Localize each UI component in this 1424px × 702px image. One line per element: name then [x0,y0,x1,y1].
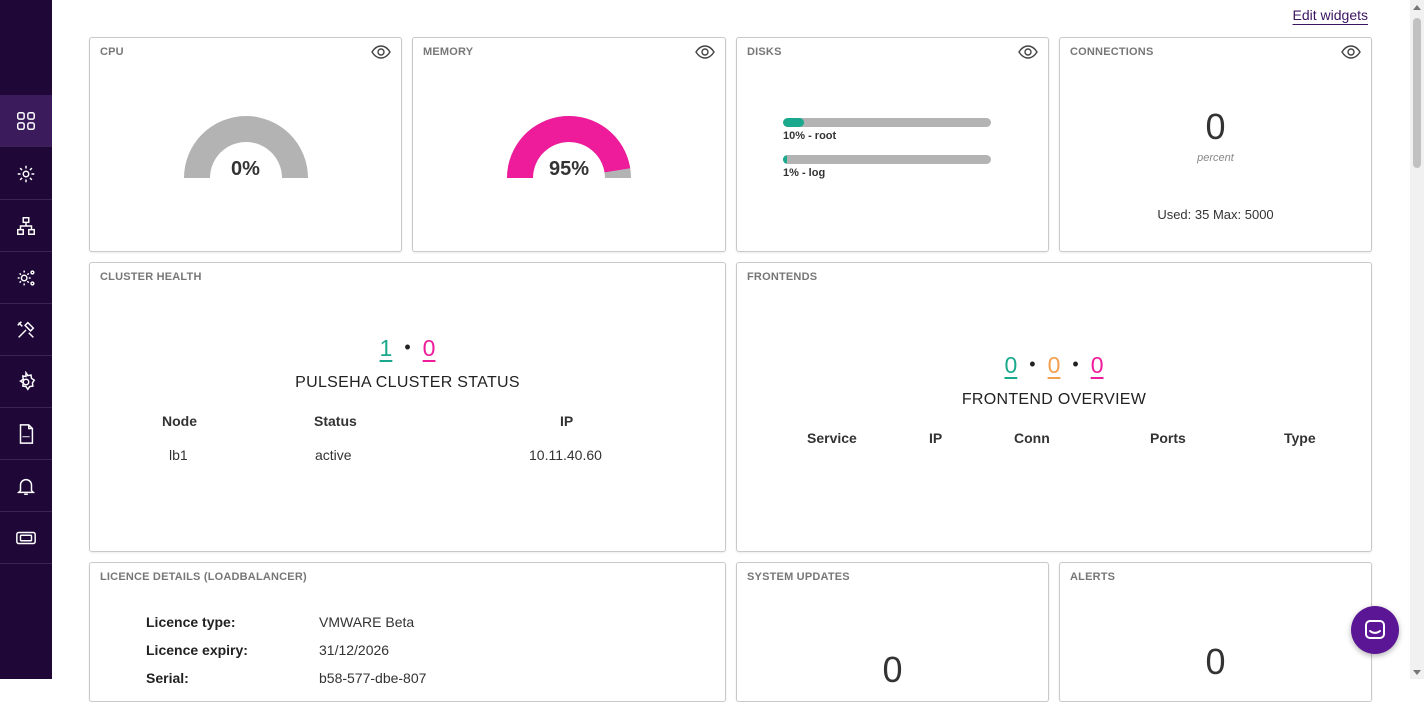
disk-root-fill [783,118,804,127]
eye-icon[interactable] [1341,45,1361,59]
licence-expiry-value: 31/12/2026 [319,642,390,658]
sidebar-item-network[interactable] [0,200,52,252]
sidebar-item-settings[interactable] [0,356,52,408]
cluster-settings-icon [17,165,35,182]
cluster-health-widget: CLUSTER HEALTH 1 • 0 PULSEHA CLUSTER STATU… [89,262,726,552]
disk-root-bar [783,118,991,127]
cluster-title: CLUSTER HEALTH [100,271,202,283]
updates-title: SYSTEM UPDATES [747,571,850,583]
system-updates-widget: SYSTEM UPDATES 0 [736,562,1049,702]
separator-dot: • [1029,354,1036,374]
frontend-ok-count[interactable]: 0 [1004,352,1017,378]
col-type: Type [1284,430,1316,446]
cpu-widget: CPU 0% [89,37,402,252]
sidebar-item-services[interactable] [0,252,52,304]
frontend-bad-count[interactable]: 0 [1091,352,1104,378]
ticket-icon [16,531,36,544]
licence-expiry-label: Licence expiry: [146,642,248,658]
licence-serial-label: Serial: [146,670,189,686]
updates-value: 0 [882,649,903,690]
frontend-warn-count[interactable]: 0 [1048,352,1061,378]
alerts-value: 0 [1205,641,1226,682]
network-icon [17,216,35,235]
col-ip: IP [560,413,574,429]
disk-log-bar [783,155,991,164]
separator-dot: • [404,337,411,357]
chat-launcher-button[interactable] [1351,606,1399,654]
scroll-down-arrow-icon[interactable] [1413,670,1421,675]
frontend-overview-title: FRONTEND OVERVIEW [961,391,1147,408]
dashboard-main: Edit widgets CPU 0% MEMORY 95% DISKS 10%… [52,0,1410,702]
sidebar-item-dashboard[interactable] [0,95,52,147]
chat-icon [1365,620,1385,639]
sidebar-item-alerts[interactable] [0,460,52,512]
cluster-status-title: PULSEHA CLUSTER STATUS [295,374,520,391]
col-ports: Ports [1150,430,1186,446]
connections-value: 0 [1205,106,1226,147]
bell-icon [16,478,36,495]
node-name: lb1 [169,447,188,463]
eye-icon[interactable] [1018,45,1038,59]
log-icon [19,423,34,444]
sidebar [0,0,52,679]
memory-widget: MEMORY 95% [412,37,726,252]
frontend-counts: 0 • 0 • 0 [737,352,1371,379]
col-conn: Conn [1014,430,1050,446]
services-icon [17,269,35,286]
alerts-title: ALERTS [1070,571,1116,583]
edit-widgets-link[interactable]: Edit widgets [1293,7,1368,23]
eye-icon[interactable] [695,45,715,59]
scroll-up-arrow-icon[interactable] [1413,5,1421,10]
connections-unit: percent [1197,152,1234,164]
licence-serial-value: b58-577-dbe-807 [319,670,427,686]
sidebar-item-cluster[interactable] [0,148,52,200]
licence-type-value: VMWARE Beta [319,614,415,630]
connections-widget: CONNECTIONS 0 percent Used: 35 Max: 5000 [1059,37,1372,252]
col-ip: IP [929,430,943,446]
node-status: active [315,447,352,463]
page-scrollbar[interactable] [1410,0,1424,679]
sidebar-item-support[interactable] [0,512,52,564]
scroll-thumb[interactable] [1413,18,1421,168]
licence-title: LICENCE DETAILS (LOADBALANCER) [100,571,307,583]
disks-title: DISKS [747,46,782,58]
settings-icon [19,370,36,391]
licence-type-label: Licence type: [146,614,236,630]
tools-icon [17,320,35,338]
dashboard-icon [17,111,35,130]
col-node: Node [162,413,197,429]
cluster-counts: 1 • 0 [90,335,725,362]
sidebar-item-logs[interactable] [0,408,52,460]
memory-title: MEMORY [423,46,474,58]
col-status: Status [314,413,357,429]
disk-log-fill [783,155,788,164]
alerts-widget: ALERTS 0 [1059,562,1372,702]
sidebar-item-tools[interactable] [0,304,52,356]
node-ip: 10.11.40.60 [529,447,602,463]
disk-root-label: 10% - root [783,130,837,142]
licence-widget: LICENCE DETAILS (LOADBALANCER) Licence t… [89,562,726,702]
disks-widget: DISKS 10% - root 1% - log [736,37,1049,252]
connections-usage: Used: 35 Max: 5000 [1157,207,1274,222]
cluster-ok-count[interactable]: 1 [380,335,393,361]
frontends-title: FRONTENDS [747,271,818,283]
cluster-bad-count[interactable]: 0 [423,335,436,361]
connections-title: CONNECTIONS [1070,46,1154,58]
cpu-title: CPU [100,46,124,58]
col-service: Service [807,430,857,446]
memory-value: 95% [548,158,590,180]
disk-log-label: 1% - log [783,167,826,179]
eye-icon[interactable] [371,45,391,59]
frontends-widget: FRONTENDS 0 • 0 • 0 FRONTEND OVERVIEW Servic… [736,262,1372,552]
cpu-value: 0% [231,158,260,180]
separator-dot: • [1072,354,1079,374]
